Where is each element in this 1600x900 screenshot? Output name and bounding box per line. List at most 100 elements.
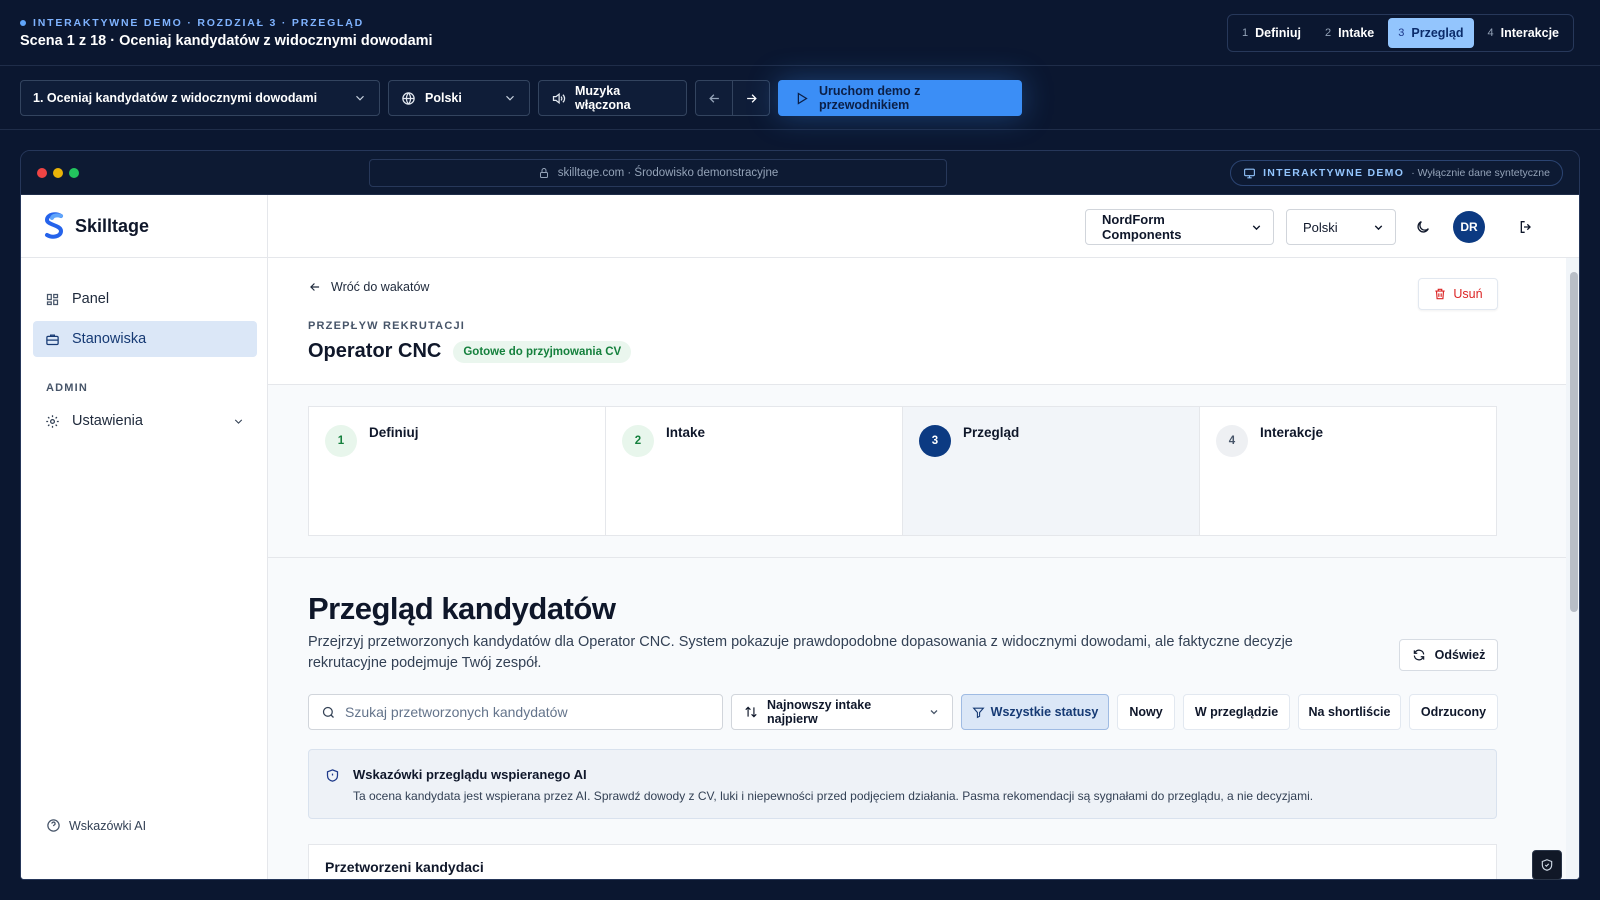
maximize-window-dot[interactable] xyxy=(69,168,79,178)
candidate-search-input[interactable]: Szukaj przetworzonych kandydatów xyxy=(308,694,723,730)
filter-rejected[interactable]: Odrzucony xyxy=(1409,694,1498,730)
review-title: Przegląd kandydatów xyxy=(308,591,616,626)
language-select[interactable]: Polski xyxy=(388,80,530,116)
sidebar-item-panel[interactable]: Panel xyxy=(33,281,257,317)
skilltage-logo-icon xyxy=(41,212,67,240)
address-bar[interactable]: skilltage.com · Środowisko demonstracyjn… xyxy=(369,159,947,187)
ai-hints-link[interactable]: Wskazówki AI xyxy=(46,818,146,833)
workflow-step-define[interactable]: 1 Definiuj xyxy=(309,407,606,535)
close-window-dot[interactable] xyxy=(37,168,47,178)
filter-icon xyxy=(972,706,985,719)
step-label: Intake xyxy=(666,425,706,440)
music-toggle[interactable]: Muzyka włączona xyxy=(538,80,687,116)
step-label: Definiuj xyxy=(369,425,419,440)
sidebar-divider xyxy=(21,257,268,258)
scrollbar[interactable] xyxy=(1566,258,1579,879)
minimize-window-dot[interactable] xyxy=(53,168,63,178)
arrow-right-icon xyxy=(744,91,759,106)
filter-label: Odrzucony xyxy=(1420,705,1487,719)
filter-all-statuses[interactable]: Wszystkie statusy xyxy=(961,694,1109,730)
recruitment-flow-label: PRZEPŁYW REKRUTACJI xyxy=(308,320,466,332)
job-header: Wróć do wakatów Usuń PRZEPŁYW REKRUTACJI… xyxy=(268,258,1566,385)
trash-icon xyxy=(1433,287,1447,301)
logout-icon xyxy=(1518,219,1534,235)
language-select-value: Polski xyxy=(425,91,462,105)
browser-chrome: skilltage.com · Środowisko demonstracyjn… xyxy=(21,151,1579,195)
workflow-step-interactions[interactable]: 4 Interakcje xyxy=(1200,407,1496,535)
logout-button[interactable] xyxy=(1518,219,1534,235)
chapter-steps: 1 Definiuj 2 Intake 3 Przegląd 4 Interakcje xyxy=(1227,14,1574,52)
filter-shortlisted[interactable]: Na shortliście xyxy=(1298,694,1401,730)
ai-hints-label: Wskazówki AI xyxy=(69,818,147,833)
prev-scene-button[interactable] xyxy=(696,81,733,115)
sidebar-item-positions[interactable]: Stanowiska xyxy=(33,321,257,357)
sort-icon xyxy=(744,705,758,719)
chevron-down-icon xyxy=(232,415,245,428)
status-badge: Gotowe do przyjmowania CV xyxy=(453,340,632,363)
section-divider xyxy=(268,557,1566,558)
filter-label: W przeglądzie xyxy=(1194,705,1279,719)
brand-logo[interactable]: Skilltage xyxy=(41,212,149,240)
step-number: 1 xyxy=(325,425,357,457)
job-title: Operator CNC xyxy=(308,340,442,362)
filter-label: Na shortliście xyxy=(1308,705,1391,719)
workflow-step-review[interactable]: 3 Przegląd xyxy=(903,407,1200,535)
delete-label: Usuń xyxy=(1453,287,1483,301)
hint-title: Wskazówki przeglądu wspieranego AI xyxy=(353,767,587,782)
demo-controls: 1. Oceniaj kandydatów z widocznymi dowod… xyxy=(0,66,1600,130)
chapter-eyebrow: INTERAKTYWNE DEMO · ROZDZIAŁ 3 · PRZEGLĄ… xyxy=(20,17,364,29)
speaker-icon xyxy=(551,91,566,106)
step-number: 4 xyxy=(1216,425,1248,457)
arrow-left-icon xyxy=(308,280,322,294)
delete-button[interactable]: Usuń xyxy=(1418,278,1498,310)
sidebar: Skilltage Panel Stanowiska ADMIN Ustawie… xyxy=(21,195,268,879)
chevron-down-icon xyxy=(928,706,940,718)
sort-value: Najnowszy intake najpierw xyxy=(767,698,872,726)
filter-in-review[interactable]: W przeglądzie xyxy=(1183,694,1290,730)
avatar[interactable]: DR xyxy=(1453,211,1485,243)
step-label: Przegląd xyxy=(963,425,1020,440)
workflow-step-intake[interactable]: 2 Intake xyxy=(606,407,903,535)
window-controls xyxy=(37,168,79,178)
workflow-stepper: 1 Definiuj 2 Intake 3 Przegląd 4 Interak… xyxy=(308,406,1497,536)
processed-title: Przetworzeni kandydaci xyxy=(325,859,484,875)
chevron-down-icon xyxy=(1250,221,1263,234)
chapter-step-intake[interactable]: 2 Intake xyxy=(1315,18,1384,48)
app-language-select[interactable]: Polski xyxy=(1286,209,1396,245)
chapter-step-interactions[interactable]: 4 Interakcje xyxy=(1478,18,1570,48)
scrollbar-thumb[interactable] xyxy=(1570,272,1578,612)
globe-icon xyxy=(401,91,416,106)
search-placeholder: Szukaj przetworzonych kandydatów xyxy=(345,704,568,720)
admin-section-label: ADMIN xyxy=(46,382,89,394)
ai-review-hint: Wskazówki przeglądu wspieranego AI Ta oc… xyxy=(308,749,1497,819)
music-label: Muzyka włączona xyxy=(575,84,631,112)
badge-sub: · Wyłącznie dane syntetyczne xyxy=(1411,167,1550,179)
company-select[interactable]: NordForm Components xyxy=(1085,209,1274,245)
chevron-down-icon xyxy=(353,91,367,105)
run-label: Uruchom demo z przewodnikiem xyxy=(819,84,921,112)
sidebar-item-label: Panel xyxy=(72,291,110,307)
page-title: Operator CNC Gotowe do przyjmowania CV xyxy=(308,340,632,363)
next-scene-button[interactable] xyxy=(733,81,769,115)
badge-label: INTERAKTYWNE DEMO xyxy=(1263,167,1405,179)
review-description: Przejrzyj przetworzonych kandydatów dla … xyxy=(308,634,1293,671)
run-guided-demo-button[interactable]: Uruchom demo z przewodnikiem xyxy=(778,80,1022,116)
hint-text: Ta ocena kandydata jest wspierana przez … xyxy=(353,789,1314,803)
sidebar-item-settings[interactable]: Ustawienia xyxy=(33,403,257,439)
grid-icon xyxy=(45,292,60,307)
privacy-shield-button[interactable] xyxy=(1532,850,1562,880)
chapter-step-review[interactable]: 3 Przegląd xyxy=(1388,18,1474,48)
eyebrow-text: INTERAKTYWNE DEMO · ROZDZIAŁ 3 · PRZEGLĄ… xyxy=(33,17,365,29)
chapter-step-define[interactable]: 1 Definiuj xyxy=(1232,18,1311,48)
main-content: Wróć do wakatów Usuń PRZEPŁYW REKRUTACJI… xyxy=(268,258,1566,879)
app-language-value: Polski xyxy=(1303,219,1338,235)
refresh-button[interactable]: Odśwież xyxy=(1399,639,1498,671)
status-dot-icon xyxy=(20,20,26,26)
filter-new[interactable]: Nowy xyxy=(1117,694,1175,730)
back-to-vacancies-link[interactable]: Wróć do wakatów xyxy=(308,280,429,294)
scene-select[interactable]: 1. Oceniaj kandydatów z widocznymi dowod… xyxy=(20,80,380,116)
refresh-label: Odśwież xyxy=(1434,648,1486,662)
dark-mode-toggle[interactable] xyxy=(1415,219,1431,235)
sort-select[interactable]: Najnowszy intake najpierw xyxy=(731,694,953,730)
sidebar-item-label: Ustawienia xyxy=(72,413,143,429)
